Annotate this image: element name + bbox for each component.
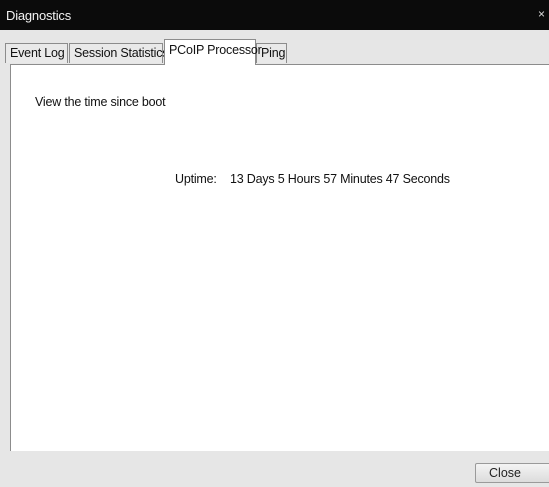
close-button[interactable]: Close xyxy=(475,463,549,483)
panel-description: View the time since boot xyxy=(35,95,166,109)
pcoip-processor-panel: View the time since boot Uptime: 13 Days… xyxy=(10,64,549,451)
uptime-label: Uptime: xyxy=(175,172,217,186)
dialog-footer: Close xyxy=(0,451,549,487)
tab-session-statistics[interactable]: Session Statistics xyxy=(69,43,169,63)
diagnostics-window: Diagnostics × Event Log Session Statisti… xyxy=(0,0,549,487)
uptime-value: 13 Days 5 Hours 57 Minutes 47 Seconds xyxy=(230,172,450,186)
tab-pcoip-processor[interactable]: PCoIP Processor xyxy=(164,39,262,65)
tab-event-log[interactable]: Event Log xyxy=(5,43,68,63)
window-title: Diagnostics xyxy=(6,8,71,23)
tab-strip: Event Log Session Statistics PCoIP Proce… xyxy=(0,30,549,65)
title-bar[interactable]: Diagnostics × xyxy=(0,0,549,30)
close-icon[interactable]: × xyxy=(538,7,545,21)
